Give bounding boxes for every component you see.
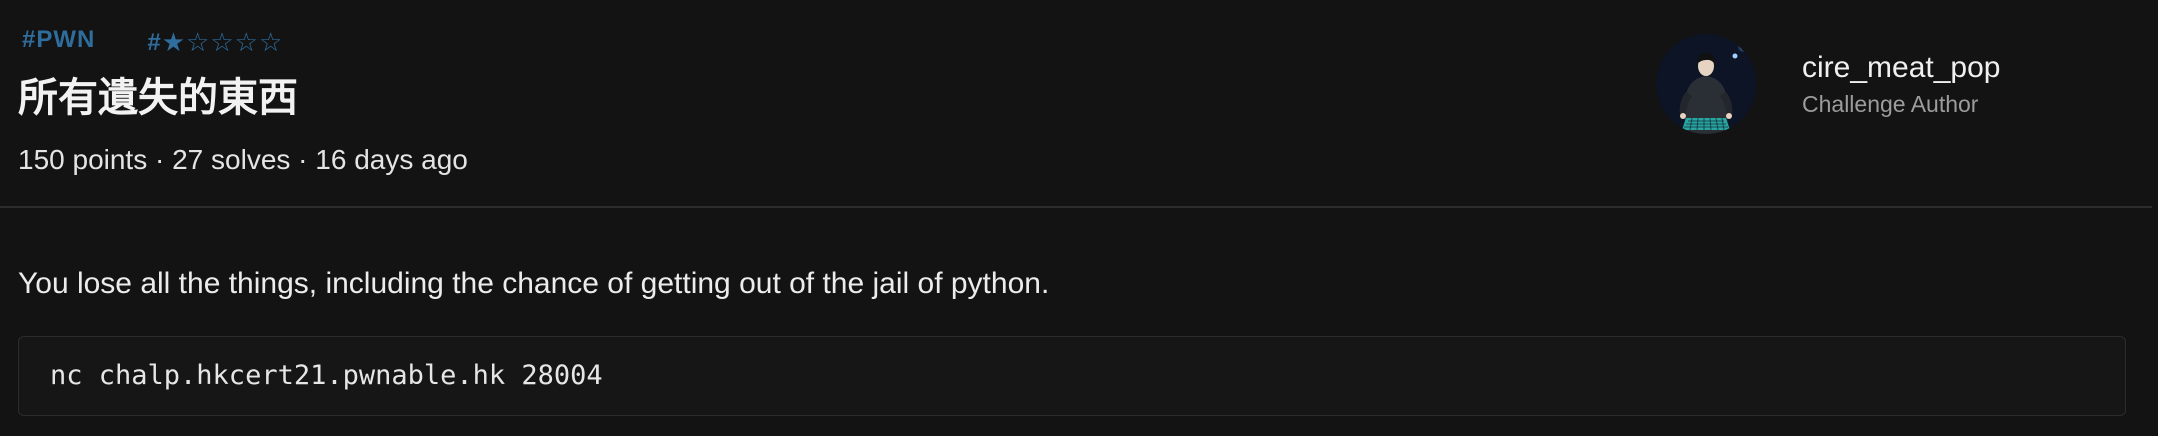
author-role: Challenge Author (1802, 91, 1979, 117)
star-empty-icon: ☆ (210, 28, 234, 58)
difficulty-tag[interactable]: # ★ ☆ ☆ ☆ ☆ (147, 29, 282, 57)
star-empty-icon: ☆ (186, 28, 210, 58)
tag-row: #PWN # ★ ☆ ☆ ☆ ☆ (22, 22, 282, 58)
difficulty-prefix: # (147, 29, 161, 56)
category-tag[interactable]: #PWN (22, 26, 95, 54)
star-empty-icon: ☆ (258, 28, 283, 58)
challenge-title: 所有遺失的東西 (18, 75, 298, 121)
avatar[interactable] (1656, 34, 1756, 134)
author-name[interactable]: cire_meat_pop (1802, 49, 2000, 87)
challenge-meta: 150 points · 27 solves · 16 days ago (18, 144, 468, 175)
star-filled-icon: ★ (161, 28, 186, 58)
avatar-image (1656, 34, 1756, 134)
author-card[interactable]: cire_meat_pop Challenge Author (1656, 34, 2000, 134)
code-block[interactable]: nc chalp.hkcert21.pwnable.hk 28004 (18, 336, 2126, 416)
star-empty-icon: ☆ (234, 28, 258, 58)
challenge-header: #PWN # ★ ☆ ☆ ☆ ☆ 所有遺失的東西 150 points · 27… (0, 0, 2158, 207)
author-info: cire_meat_pop Challenge Author (1802, 49, 2000, 119)
divider (0, 206, 2152, 208)
challenge-description: You lose all the things, including the c… (18, 267, 1050, 300)
connection-command[interactable]: nc chalp.hkcert21.pwnable.hk 28004 (50, 357, 603, 395)
